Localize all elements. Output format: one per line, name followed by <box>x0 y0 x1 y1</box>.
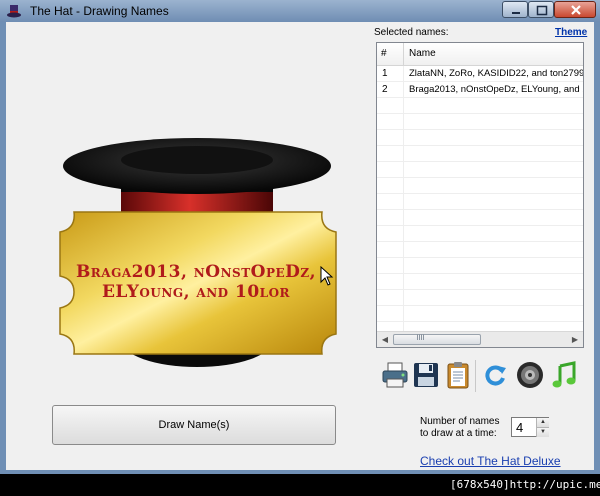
list-rows: 1 ZlataNN, ZoRo, KASIDID22, and ton2799 … <box>377 66 584 338</box>
selected-names-list[interactable]: # Name 1 ZlataNN, ZoRo, KASIDID22, and t… <box>376 42 584 348</box>
column-header-number[interactable]: # <box>381 48 387 59</box>
clipboard-icon <box>447 362 469 389</box>
hat-illustration <box>59 138 337 367</box>
ticket-line-1: Braga2013, nOnstOpeDz, <box>75 262 317 282</box>
draw-names-button[interactable]: Draw Name(s) <box>52 405 336 445</box>
number-label-line-1: Number of names <box>420 416 500 427</box>
music-note-icon <box>552 361 576 388</box>
sound-button[interactable] <box>515 360 545 390</box>
empty-row <box>377 114 583 130</box>
minimize-icon <box>512 12 520 14</box>
empty-row <box>377 146 583 162</box>
scroll-right-icon[interactable]: ▶ <box>568 333 582 346</box>
reset-button[interactable] <box>480 360 510 390</box>
spinner-up-icon[interactable]: ▲ <box>536 418 549 427</box>
names-count-value[interactable]: 4 <box>516 420 523 435</box>
empty-row <box>377 178 583 194</box>
column-divider[interactable] <box>403 43 404 65</box>
empty-row <box>377 210 583 226</box>
names-count-spinner[interactable]: 4 ▲ ▼ <box>511 417 549 437</box>
empty-row <box>377 274 583 290</box>
close-icon <box>571 5 581 15</box>
empty-row <box>377 130 583 146</box>
ticket-names: Braga2013, nOnstOpeDz, ELYoung, and 10lo… <box>51 262 341 302</box>
deluxe-link[interactable]: Check out The Hat Deluxe <box>420 454 561 468</box>
minimize-button[interactable] <box>502 1 528 18</box>
list-header: # Name <box>377 43 583 66</box>
empty-row <box>377 290 583 306</box>
horizontal-scrollbar[interactable]: ◀ ▶ <box>377 331 583 347</box>
printer-icon <box>382 362 408 388</box>
empty-row <box>377 98 583 114</box>
close-button[interactable] <box>554 1 596 18</box>
image-caption: [678x540]http://upic.me/ <box>450 478 600 491</box>
column-header-name[interactable]: Name <box>409 48 436 59</box>
maximize-button[interactable] <box>528 1 554 18</box>
spinner-down-icon[interactable]: ▼ <box>536 427 549 437</box>
selected-names-label: Selected names: <box>374 27 449 38</box>
empty-row <box>377 162 583 178</box>
empty-row <box>377 194 583 210</box>
empty-row <box>377 258 583 274</box>
hat-stage: Braga2013, nOnstOpeDz, ELYoung, and 10lo… <box>6 22 371 404</box>
refresh-icon <box>485 365 506 386</box>
empty-row <box>377 306 583 322</box>
number-label-line-2: to draw at a time: <box>420 428 497 439</box>
number-of-names-label: Number of names to draw at a time: <box>420 416 510 440</box>
title-bar[interactable]: The Hat - Drawing Names <box>0 0 600 22</box>
scroll-left-icon[interactable]: ◀ <box>378 333 392 346</box>
app-window: The Hat - Drawing Names Braga2013, nOnst… <box>0 0 600 474</box>
save-button[interactable] <box>411 360 441 390</box>
row-number: 2 <box>382 84 388 95</box>
list-row[interactable]: 1 ZlataNN, ZoRo, KASIDID22, and ton2799 <box>377 66 584 82</box>
list-row[interactable]: 2 Braga2013, nOnstOpeDz, ELYoung, and 10… <box>377 82 584 98</box>
empty-row <box>377 242 583 258</box>
ticket-line-2: ELYoung, and 10lor <box>101 282 291 302</box>
maximize-icon <box>536 5 548 16</box>
music-button[interactable] <box>549 360 579 390</box>
empty-row <box>377 226 583 242</box>
scrollbar-grip-icon <box>417 334 424 340</box>
copy-button[interactable] <box>443 360 473 390</box>
save-icon <box>414 363 438 387</box>
theme-link[interactable]: Theme <box>555 27 587 38</box>
print-button[interactable] <box>380 360 410 390</box>
hat-opening <box>121 146 273 174</box>
scrollbar-thumb[interactable] <box>393 334 481 345</box>
window-title: The Hat - Drawing Names <box>30 4 169 18</box>
toolbar-separator <box>475 360 476 392</box>
speaker-icon <box>517 362 543 388</box>
hat-app-icon <box>7 5 21 18</box>
row-names: Braga2013, nOnstOpeDz, ELYoung, and 10lo… <box>409 84 584 95</box>
mouse-cursor-icon <box>320 266 334 286</box>
row-number: 1 <box>382 68 388 79</box>
row-names: ZlataNN, ZoRo, KASIDID22, and ton2799 <box>409 68 584 79</box>
client-area: Braga2013, nOnstOpeDz, ELYoung, and 10lo… <box>6 22 594 470</box>
